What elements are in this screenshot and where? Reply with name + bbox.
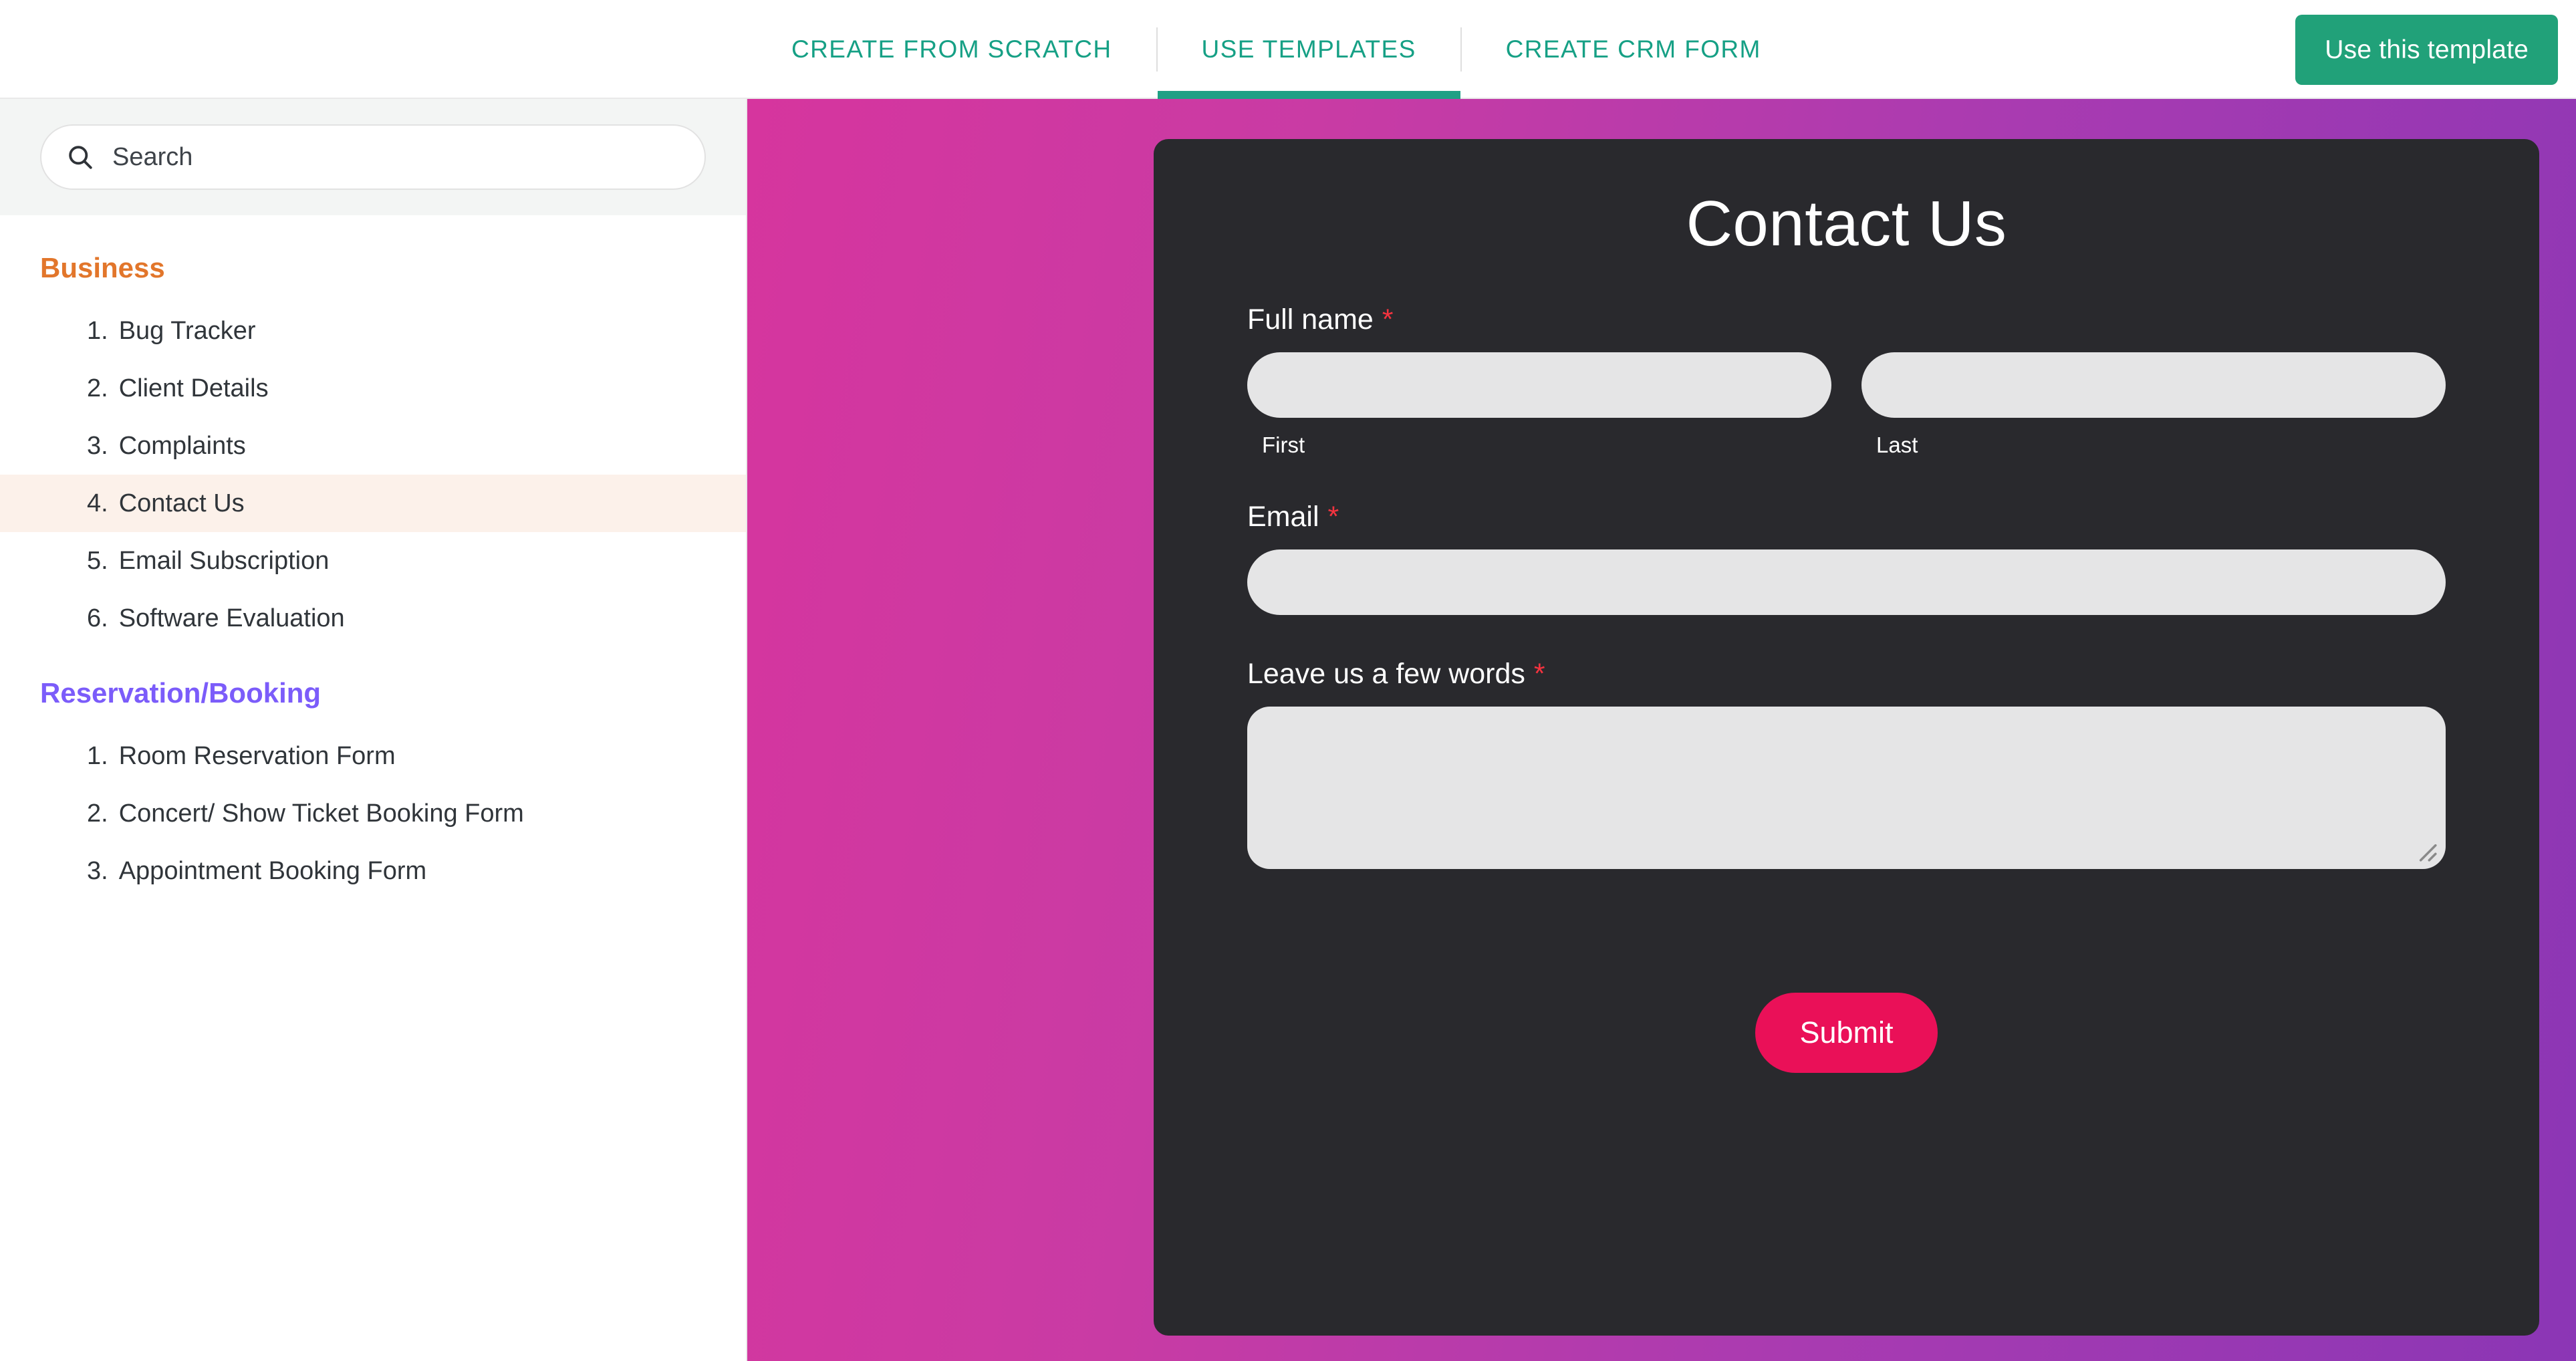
nav-list-reservation-booking: 1. Room Reservation Form 2. Concert/ Sho… xyxy=(0,728,746,900)
name-row: First Last xyxy=(1247,352,2446,458)
full-name-label-text: Full name xyxy=(1247,303,1374,336)
list-index: 2. xyxy=(87,374,108,402)
email-label: Email * xyxy=(1247,501,2446,533)
list-index: 4. xyxy=(87,489,108,517)
required-asterisk: * xyxy=(1327,501,1339,533)
list-index: 3. xyxy=(87,431,108,460)
list-index: 2. xyxy=(87,799,108,828)
sidebar-item-bug-tracker[interactable]: 1. Bug Tracker xyxy=(0,302,746,360)
sidebar-item-concert-show-ticket-booking-form[interactable]: 2. Concert/ Show Ticket Booking Form xyxy=(0,785,746,843)
list-index: 6. xyxy=(87,604,108,632)
sidebar-item-label: Room Reservation Form xyxy=(118,742,396,771)
use-this-template-button[interactable]: Use this template xyxy=(2295,15,2558,85)
list-index: 1. xyxy=(87,316,108,345)
full-name-label: Full name * xyxy=(1247,303,2446,336)
required-asterisk: * xyxy=(1533,658,1545,690)
top-bar: CREATE FROM SCRATCH USE TEMPLATES CREATE… xyxy=(0,0,2576,99)
tab-use-templates[interactable]: USE TEMPLATES xyxy=(1157,0,1460,99)
first-name-sub-label: First xyxy=(1262,432,1305,457)
first-name-column: First xyxy=(1247,352,1831,458)
tab-bar: CREATE FROM SCRATCH USE TEMPLATES CREATE… xyxy=(747,0,1805,99)
sidebar-item-label: Bug Tracker xyxy=(118,316,256,345)
sidebar-item-client-details[interactable]: 2. Client Details xyxy=(0,360,746,417)
list-index: 5. xyxy=(87,546,108,575)
field-full-name: Full name * First Last xyxy=(1247,303,2446,458)
sidebar-item-label: Concert/ Show Ticket Booking Form xyxy=(118,799,524,828)
message-label: Leave us a few words * xyxy=(1247,658,2446,691)
template-nav: Business 1. Bug Tracker 2. Client Detail… xyxy=(0,215,746,900)
submit-button[interactable]: Submit xyxy=(1755,993,1938,1073)
sidebar-item-contact-us[interactable]: 4. Contact Us xyxy=(0,475,746,533)
template-sidebar: Search Business 1. Bug Tracker 2. Client… xyxy=(0,99,747,1361)
list-index: 3. xyxy=(87,857,108,886)
sidebar-item-appointment-booking-form[interactable]: 3. Appointment Booking Form xyxy=(0,843,746,900)
message-textarea-wrap xyxy=(1247,707,2446,869)
message-label-text: Leave us a few words xyxy=(1247,658,1525,690)
sidebar-item-label: Email Subscription xyxy=(118,546,330,575)
sidebar-item-room-reservation-form[interactable]: 1. Room Reservation Form xyxy=(0,728,746,785)
last-name-column: Last xyxy=(1861,352,2446,458)
app-root: CREATE FROM SCRATCH USE TEMPLATES CREATE… xyxy=(0,0,2576,1361)
field-email: Email * xyxy=(1247,501,2446,615)
contact-form-card: Contact Us Full name * First Last Email … xyxy=(1154,139,2539,1336)
message-textarea[interactable] xyxy=(1247,707,2446,869)
email-input[interactable] xyxy=(1247,549,2446,615)
form-title: Contact Us xyxy=(1686,188,2007,259)
submit-row: Submit xyxy=(1247,993,2446,1073)
sidebar-item-complaints[interactable]: 3. Complaints xyxy=(0,417,746,475)
first-name-input[interactable] xyxy=(1247,352,1831,418)
field-message: Leave us a few words * xyxy=(1247,658,2446,869)
list-index: 1. xyxy=(87,742,108,771)
group-title-reservation-booking: Reservation/Booking xyxy=(40,677,321,709)
required-asterisk: * xyxy=(1382,303,1394,336)
search-icon xyxy=(66,142,95,172)
sidebar-item-label: Contact Us xyxy=(118,489,245,517)
group-title-business: Business xyxy=(40,252,165,283)
tab-create-from-scratch[interactable]: CREATE FROM SCRATCH xyxy=(747,0,1156,99)
sidebar-item-software-evaluation[interactable]: 6. Software Evaluation xyxy=(0,590,746,647)
sidebar-item-label: Appointment Booking Form xyxy=(118,857,427,886)
search-band: Search xyxy=(0,99,746,215)
sidebar-item-label: Software Evaluation xyxy=(118,604,345,632)
last-name-sub-label: Last xyxy=(1876,432,1918,457)
sidebar-item-label: Complaints xyxy=(118,431,246,460)
last-name-input[interactable] xyxy=(1861,352,2446,418)
tab-create-crm-form[interactable]: CREATE CRM FORM xyxy=(1462,0,1805,99)
search-placeholder: Search xyxy=(112,142,193,171)
search-input[interactable]: Search xyxy=(40,124,706,190)
nav-list-business: 1. Bug Tracker 2. Client Details 3. Comp… xyxy=(0,302,746,647)
template-preview-pane: Contact Us Full name * First Last Email … xyxy=(747,99,2576,1361)
sidebar-item-email-subscription[interactable]: 5. Email Subscription xyxy=(0,532,746,590)
sidebar-item-label: Client Details xyxy=(118,374,269,402)
email-label-text: Email xyxy=(1247,501,1319,533)
